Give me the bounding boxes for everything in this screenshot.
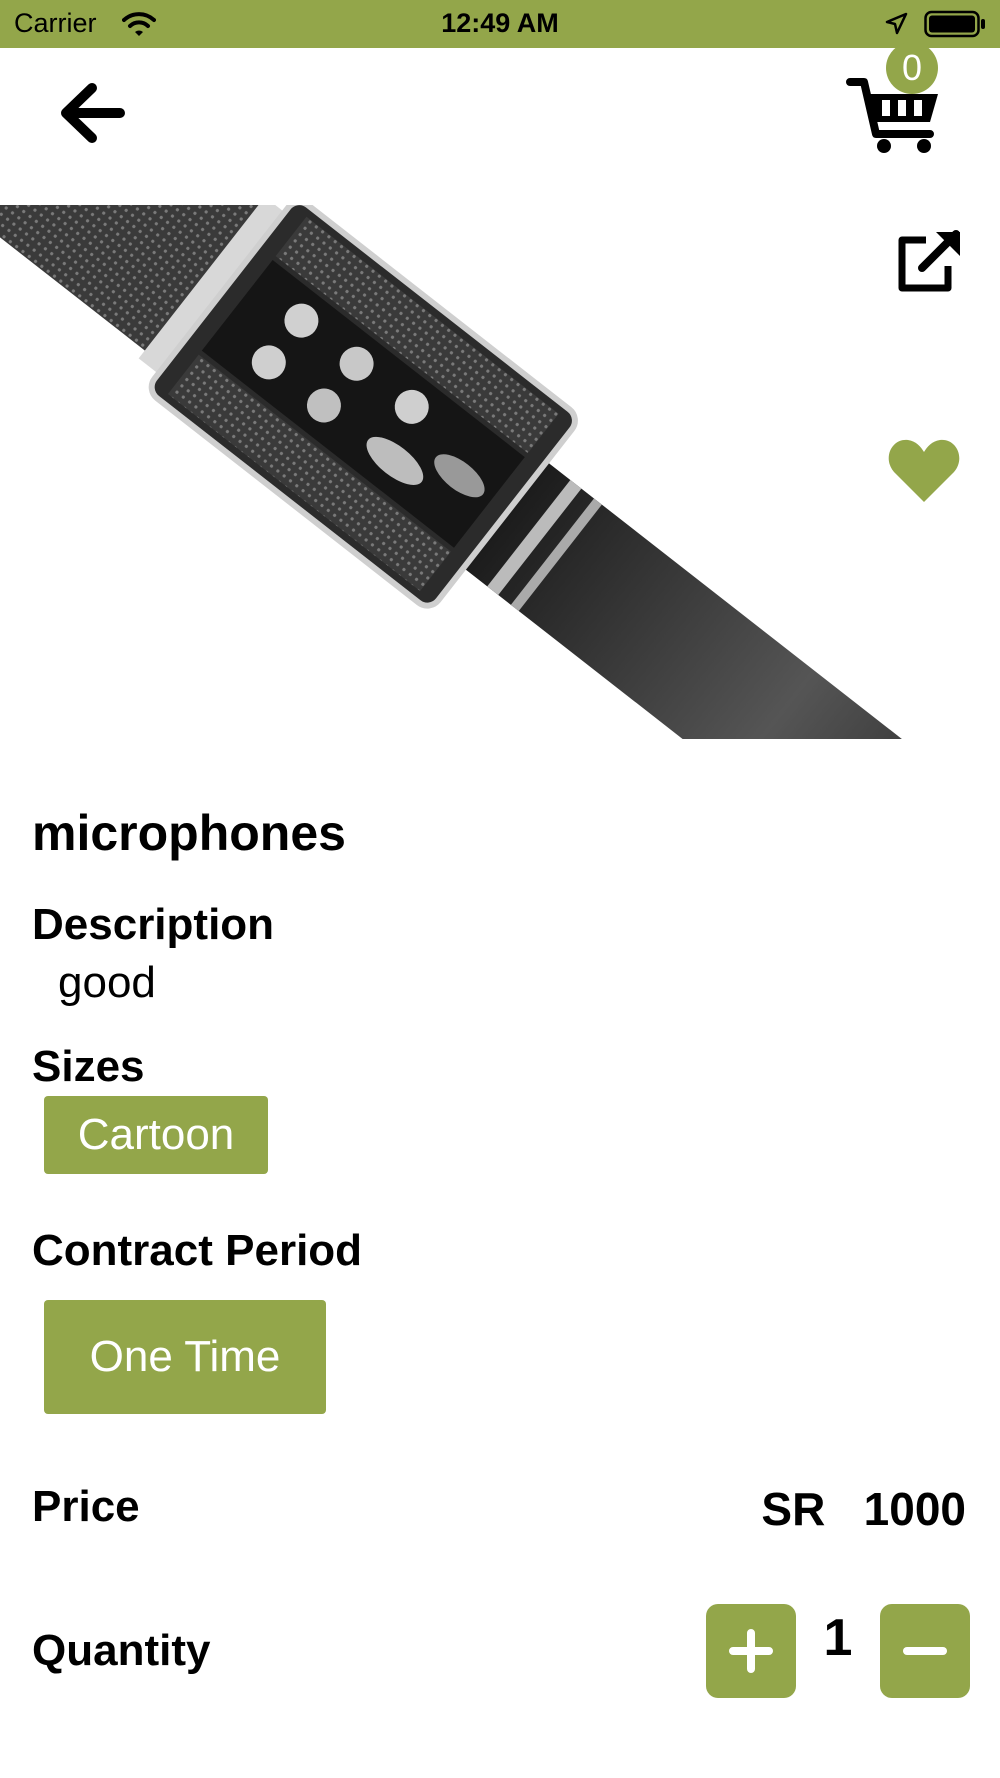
location-arrow-icon — [884, 12, 908, 41]
quantity-decrease-button[interactable] — [880, 1604, 970, 1698]
description-text: good — [58, 958, 156, 1007]
price-value: SR 1000 — [761, 1483, 966, 1535]
quantity-label: Quantity — [32, 1626, 211, 1675]
contract-period-option-chip[interactable]: One Time — [44, 1300, 326, 1414]
arrow-left-icon — [61, 83, 125, 143]
quantity-value: 1 — [823, 1609, 853, 1667]
share-button[interactable] — [892, 228, 964, 296]
battery-icon — [924, 10, 986, 43]
description-heading: Description — [32, 900, 275, 949]
price-label: Price — [32, 1482, 140, 1531]
status-bar: Carrier 12:49 AM — [0, 0, 1000, 48]
back-button[interactable] — [56, 78, 128, 148]
sizes-heading: Sizes — [32, 1042, 145, 1091]
clock-label: 12:49 AM — [441, 8, 559, 38]
cart-count-badge: 0 — [886, 42, 938, 94]
product-title: microphones — [32, 805, 346, 861]
contract-period-heading: Contract Period — [32, 1226, 363, 1275]
minus-icon — [903, 1647, 947, 1655]
plus-icon — [729, 1629, 773, 1673]
microphone-photo — [0, 205, 1000, 739]
favorite-button[interactable] — [886, 436, 962, 506]
external-link-icon — [898, 230, 960, 292]
product-image — [0, 205, 1000, 739]
heart-icon — [888, 439, 960, 502]
size-option-chip[interactable]: Cartoon — [44, 1096, 268, 1174]
quantity-increase-button[interactable] — [706, 1604, 796, 1698]
product-detail-screen: Carrier 12:49 AM 0 microphones Descripti… — [0, 0, 1000, 1778]
